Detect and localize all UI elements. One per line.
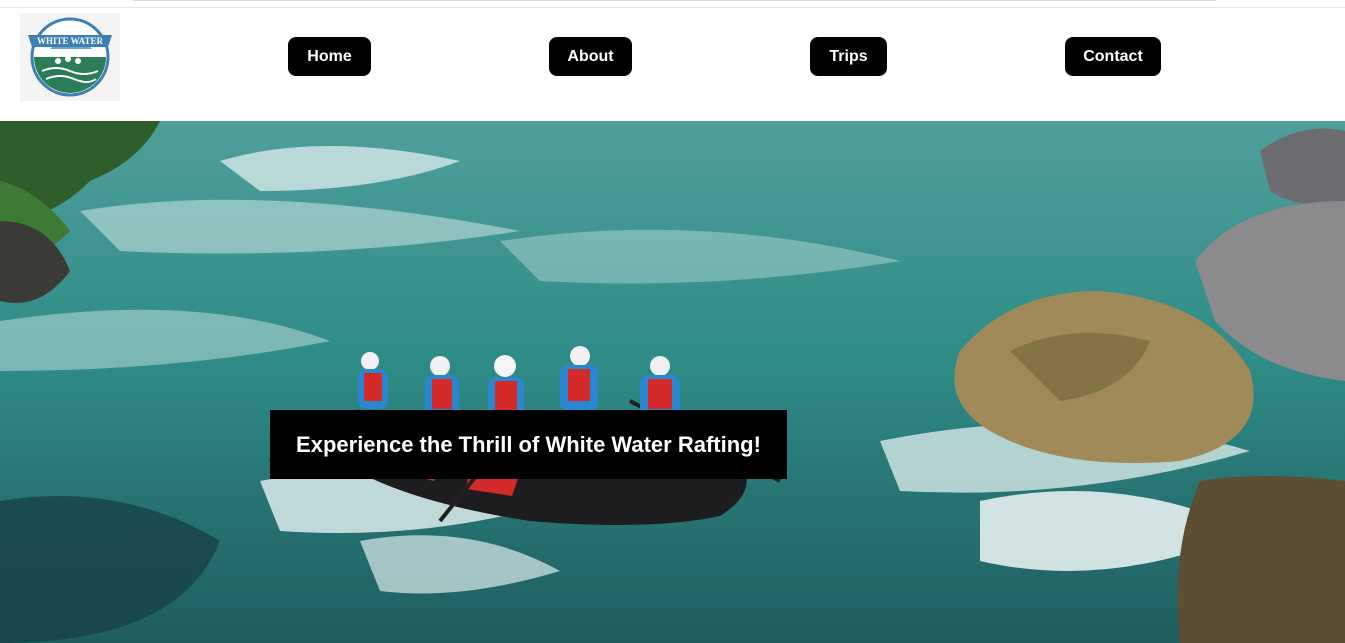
logo-emblem-icon: WHITE WATER (28, 17, 112, 97)
nav-about-button[interactable]: About (549, 37, 632, 76)
site-header: WHITE WATER Home About Trips Contact (0, 8, 1345, 121)
logo-text: WHITE WATER (37, 36, 103, 46)
nav-contact-button[interactable]: Contact (1065, 37, 1161, 76)
hero-section: Experience the Thrill of White Water Raf… (0, 121, 1345, 643)
nav-home-button[interactable]: Home (288, 37, 371, 76)
hero-title: Experience the Thrill of White Water Raf… (270, 410, 787, 479)
nav-trips-button[interactable]: Trips (810, 37, 887, 76)
site-logo[interactable]: WHITE WATER (20, 13, 120, 101)
rafting-hero-image (0, 121, 1345, 643)
top-divider (133, 0, 1216, 1)
